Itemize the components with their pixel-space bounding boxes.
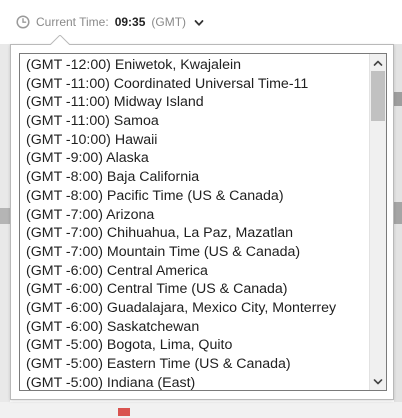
current-time-label: Current Time: [36,15,109,29]
timezone-option[interactable]: (GMT -6:00) Guadalajara, Mexico City, Mo… [20,299,368,318]
chevron-down-icon[interactable] [194,17,204,27]
timezone-option[interactable]: (GMT -7:00) Chihuahua, La Paz, Mazatlan [20,224,368,243]
background-page-element [394,92,402,106]
timezone-options: (GMT -12:00) Eniwetok, Kwajalein (GMT -1… [20,56,368,390]
timezone-popup: (GMT -12:00) Eniwetok, Kwajalein (GMT -1… [10,44,394,400]
timezone-option[interactable]: (GMT -6:00) Central America [20,262,368,281]
timezone-option[interactable]: (GMT -12:00) Eniwetok, Kwajalein [20,56,368,75]
timezone-option[interactable]: (GMT -7:00) Arizona [20,206,368,225]
current-time-toggle[interactable]: Current Time: 09:35 (GMT) [16,12,204,32]
timezone-listbox[interactable]: (GMT -12:00) Eniwetok, Kwajalein (GMT -1… [19,53,387,391]
background-page-element [0,208,10,224]
timezone-option[interactable]: (GMT -9:00) Alaska [20,149,368,168]
timezone-option[interactable]: (GMT -8:00) Pacific Time (US & Canada) [20,187,368,206]
scroll-thumb[interactable] [371,71,385,121]
background-page-bottom [0,402,402,418]
timezone-option[interactable]: (GMT -10:00) Hawaii [20,131,368,150]
background-page-left [0,44,10,418]
timezone-option[interactable]: (GMT -11:00) Midway Island [20,93,368,112]
background-page-element [118,408,130,416]
scroll-down-button[interactable] [370,373,386,390]
vertical-scrollbar[interactable] [369,54,386,390]
timezone-option[interactable]: (GMT -7:00) Mountain Time (US & Canada) [20,243,368,262]
current-timezone: (GMT) [151,15,187,29]
timezone-option[interactable]: (GMT -8:00) Baja California [20,168,368,187]
chevron-down-icon [373,373,383,391]
background-page-element [394,202,402,224]
current-time-value: 09:35 [114,15,146,29]
timezone-option[interactable]: (GMT -5:00) Eastern Time (US & Canada) [20,355,368,374]
timezone-option[interactable]: (GMT -5:00) Bogota, Lima, Quito [20,336,368,355]
scroll-up-button[interactable] [370,54,386,71]
timezone-option[interactable]: (GMT -11:00) Samoa [20,112,368,131]
clock-icon [16,15,30,29]
timezone-option[interactable]: (GMT -11:00) Coordinated Universal Time-… [20,75,368,94]
timezone-option[interactable]: (GMT -5:00) Indiana (East) [20,374,368,390]
timezone-option[interactable]: (GMT -6:00) Saskatchewan [20,318,368,337]
timezone-option[interactable]: (GMT -6:00) Central Time (US & Canada) [20,280,368,299]
chevron-up-icon [373,54,383,72]
